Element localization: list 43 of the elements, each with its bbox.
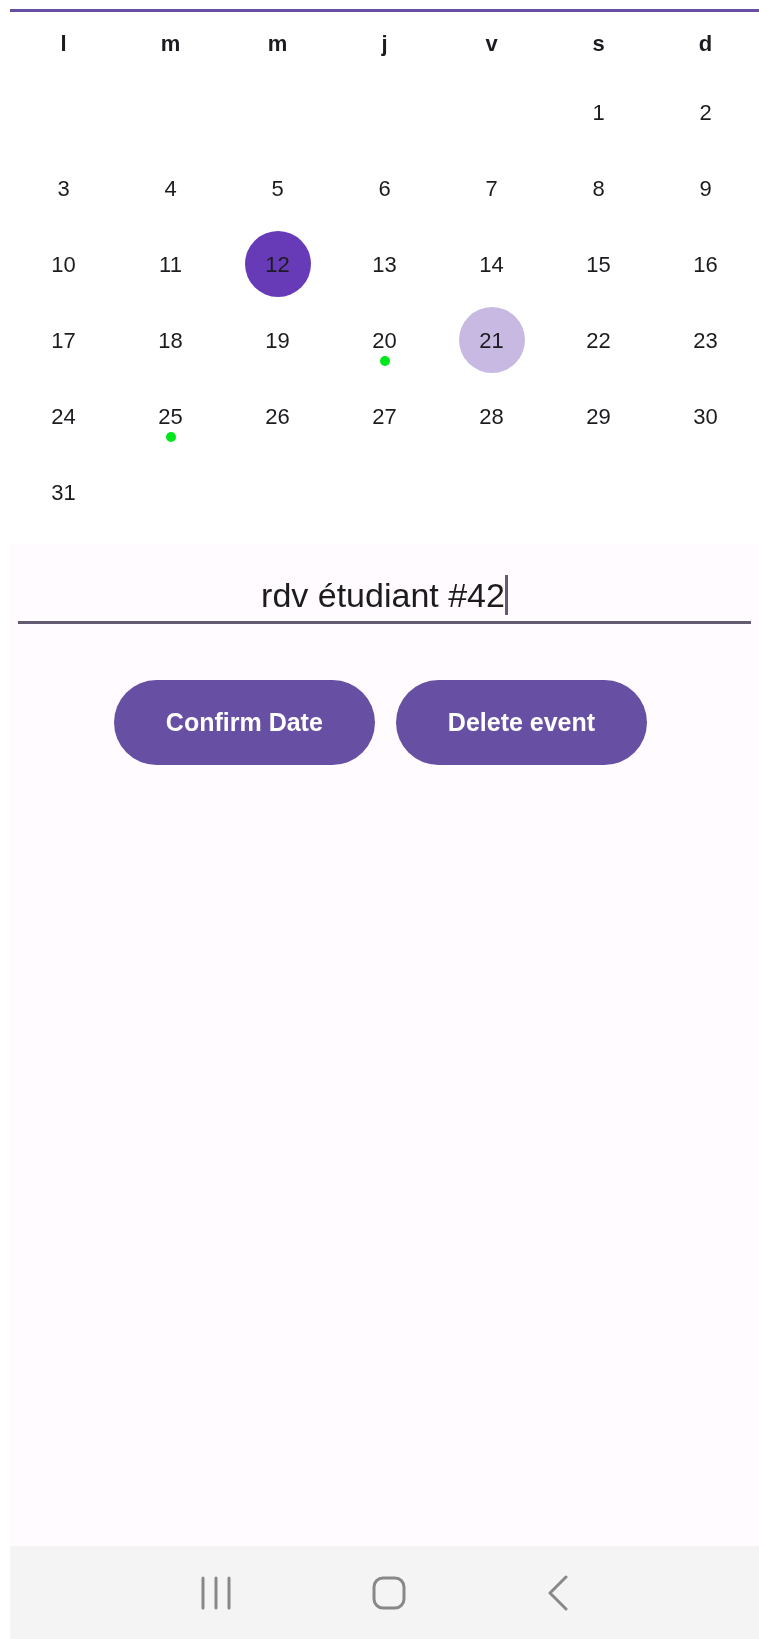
home-icon[interactable]	[372, 1575, 407, 1610]
calendar-day[interactable]: 6	[351, 155, 418, 221]
weekday-label: l	[60, 29, 67, 58]
weekday-label: d	[698, 29, 713, 58]
calendar-day[interactable]: 27	[351, 383, 418, 449]
weekday-label: s	[592, 29, 605, 58]
calendar-day[interactable]: 4	[137, 155, 204, 221]
weekday-label: m	[267, 29, 288, 58]
calendar-day[interactable]: 18	[137, 307, 204, 373]
calendar-day[interactable]: 23	[672, 307, 739, 373]
calendar-day[interactable]: 9	[672, 155, 739, 221]
calendar-day[interactable]: 28	[458, 383, 525, 449]
calendar-day[interactable]: 11	[137, 231, 204, 297]
weekday-label: m	[160, 29, 181, 58]
calendar-day[interactable]: 16	[672, 231, 739, 297]
calendar-day[interactable]: 17	[30, 307, 97, 373]
calendar-day[interactable]: 13	[351, 231, 418, 297]
calendar-day[interactable]: 25	[137, 383, 204, 449]
calendar-day[interactable]: 15	[565, 231, 632, 297]
event-name-field[interactable]: rdv étudiant #42	[18, 573, 751, 624]
calendar-day[interactable]: 31	[30, 459, 97, 525]
calendar-day[interactable]: 30	[672, 383, 739, 449]
calendar-day[interactable]: 3	[30, 155, 97, 221]
calendar-day[interactable]: 10	[30, 231, 97, 297]
calendar-day[interactable]: 8	[565, 155, 632, 221]
calendar-day[interactable]: 24	[30, 383, 97, 449]
calendar-day[interactable]: 21	[458, 307, 525, 373]
recent-apps-icon[interactable]	[200, 1575, 233, 1610]
back-icon[interactable]	[546, 1574, 569, 1611]
weekday-label: j	[381, 29, 388, 58]
calendar-day[interactable]: 7	[458, 155, 525, 221]
calendar-day[interactable]: 2	[672, 79, 739, 145]
calendar-day[interactable]: 5	[244, 155, 311, 221]
calendar-day[interactable]: 22	[565, 307, 632, 373]
calendar-day[interactable]: 14	[458, 231, 525, 297]
calendar-day[interactable]: 20	[351, 307, 418, 373]
calendar-day[interactable]: 1	[565, 79, 632, 145]
weekday-label: v	[485, 29, 498, 58]
calendar-day[interactable]: 26	[244, 383, 311, 449]
calendar-day[interactable]: 29	[565, 383, 632, 449]
calendar-day[interactable]: 19	[244, 307, 311, 373]
action-button[interactable]: Confirm Date	[113, 680, 375, 765]
action-button[interactable]: Delete event	[395, 680, 648, 765]
